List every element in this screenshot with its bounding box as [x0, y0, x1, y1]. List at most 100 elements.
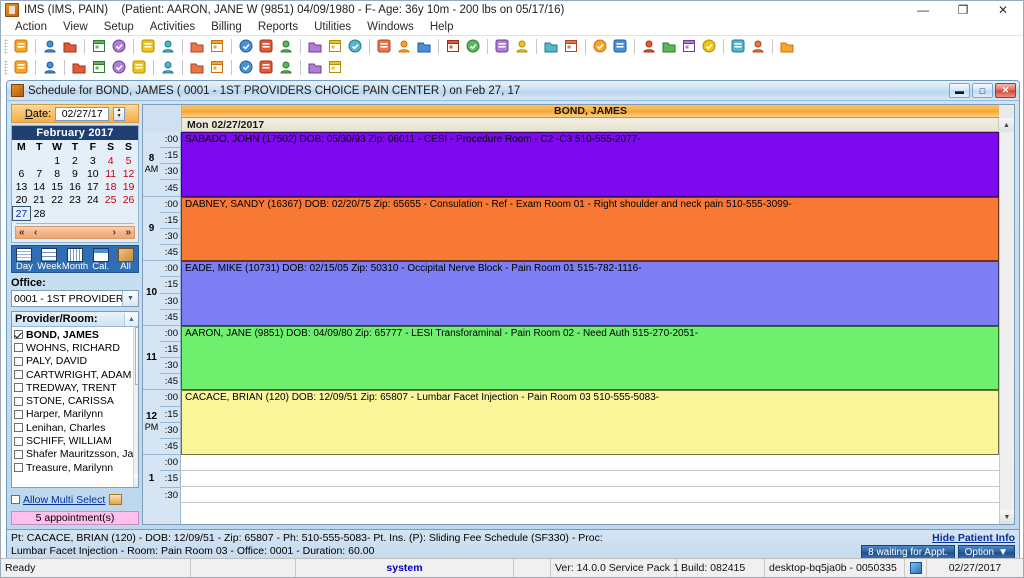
- provider-list-item[interactable]: STONE, CARISSA: [14, 394, 133, 407]
- calendar-day-9[interactable]: 9: [66, 167, 84, 180]
- appointment-block[interactable]: AARON, JANE (9851) DOB: 04/09/80 Zip: 65…: [181, 325, 999, 391]
- provider-checkbox[interactable]: [14, 449, 23, 459]
- menu-activities[interactable]: Activities: [142, 20, 203, 34]
- patient-check-icon[interactable]: [62, 38, 79, 55]
- menu-action[interactable]: Action: [7, 20, 55, 34]
- quarter-label[interactable]: :15: [160, 276, 180, 292]
- calendar-day-21[interactable]: 21: [30, 193, 48, 207]
- quarter-label[interactable]: :00: [160, 261, 180, 276]
- ledger-icon[interactable]: [347, 38, 364, 55]
- menu-setup[interactable]: Setup: [96, 20, 142, 34]
- refresh-cycle-icon[interactable]: [238, 59, 255, 76]
- quarter-label[interactable]: :30: [160, 292, 180, 309]
- quarter-label[interactable]: :15: [160, 147, 180, 163]
- calendar-day-17[interactable]: 17: [84, 180, 102, 193]
- provider-list-item[interactable]: CARTWRIGHT, ADAM: [14, 368, 133, 381]
- provider-checkbox[interactable]: [14, 463, 23, 473]
- appointment-block[interactable]: EADE, MIKE (10731) DOB: 02/15/05 Zip: 50…: [181, 261, 999, 326]
- provider-checkbox[interactable]: [14, 370, 23, 380]
- provider-checkbox[interactable]: [14, 423, 23, 433]
- view-mode-cal[interactable]: Cal.: [88, 247, 113, 272]
- calendar-day-14[interactable]: 14: [30, 180, 48, 193]
- grid-scrollbar-track[interactable]: [1000, 132, 1014, 510]
- view-mode-week[interactable]: Week: [37, 247, 62, 272]
- provider-list-item[interactable]: SCHIFF, WILLIAM: [14, 434, 133, 447]
- close-button[interactable]: ✕: [983, 1, 1023, 18]
- grid-provider-header[interactable]: BOND, JAMES: [182, 105, 999, 118]
- provider-list-item[interactable]: TREDWAY, TRENT: [14, 381, 133, 394]
- calendar-day-3[interactable]: 3: [84, 154, 102, 167]
- quarter-label[interactable]: :45: [160, 244, 180, 260]
- spinner-down-icon[interactable]: ▼: [114, 114, 124, 120]
- refresh-blue-icon[interactable]: [465, 38, 482, 55]
- quarter-label[interactable]: :00: [160, 197, 180, 212]
- quarter-label[interactable]: :30: [160, 421, 180, 438]
- calendar-prev-icon[interactable]: ‹: [34, 227, 37, 238]
- dollar-icon[interactable]: [238, 38, 255, 55]
- help-icon[interactable]: [730, 38, 747, 55]
- menu-help[interactable]: Help: [422, 20, 462, 34]
- clipboard-icon[interactable]: [209, 59, 226, 76]
- quarter-label[interactable]: :30: [160, 486, 180, 503]
- help-round-icon[interactable]: [307, 59, 324, 76]
- open-folder-icon[interactable]: [91, 38, 108, 55]
- provider-checkbox[interactable]: [14, 396, 23, 406]
- insurance-icon[interactable]: [278, 38, 295, 55]
- settings-gear-icon[interactable]: [278, 59, 295, 76]
- appointment-block[interactable]: CACACE, BRIAN (120) DOB: 12/09/51 Zip: 6…: [181, 390, 999, 455]
- first-record-icon[interactable]: [71, 59, 88, 76]
- contact-card-icon[interactable]: [592, 38, 609, 55]
- time-slot-row[interactable]: [181, 471, 999, 488]
- workflow-icon[interactable]: [396, 38, 413, 55]
- calendar-day-25[interactable]: 25: [102, 193, 120, 207]
- view-mode-month[interactable]: Month: [62, 247, 88, 272]
- quarter-label[interactable]: :00: [160, 390, 180, 405]
- provider-checkbox[interactable]: [14, 330, 23, 340]
- provider-checkbox[interactable]: [14, 356, 23, 366]
- option-button[interactable]: Option ▼: [957, 545, 1015, 558]
- scheduler-icon[interactable]: [376, 38, 393, 55]
- calendar-day-12[interactable]: 12: [120, 167, 138, 180]
- calendar-day-13[interactable]: 13: [13, 180, 31, 193]
- calendar-day-16[interactable]: 16: [66, 180, 84, 193]
- quarter-label[interactable]: :45: [160, 373, 180, 389]
- authorization-icon[interactable]: [416, 38, 433, 55]
- provider-list-item[interactable]: PALY, DAVID: [14, 355, 133, 368]
- quarter-label[interactable]: :00: [160, 326, 180, 341]
- hide-patient-info-link[interactable]: Hide Patient Info: [932, 532, 1015, 544]
- provider-list-item[interactable]: Shafer Mauritzsson, Ja: [14, 448, 133, 461]
- menu-view[interactable]: View: [55, 20, 96, 34]
- provider-list-item[interactable]: BOND, JAMES: [14, 328, 133, 341]
- calendar-last-icon[interactable]: »: [125, 227, 131, 238]
- payment-icon[interactable]: [258, 38, 275, 55]
- chevron-down-icon[interactable]: ▼: [122, 291, 138, 306]
- calendar-day-10[interactable]: 10: [84, 167, 102, 180]
- back-arrow-icon[interactable]: [445, 38, 462, 55]
- menu-reports[interactable]: Reports: [250, 20, 306, 34]
- exchange-icon[interactable]: [661, 38, 678, 55]
- calendar-day-1[interactable]: 1: [48, 154, 66, 167]
- calendar-day-11[interactable]: 11: [102, 167, 120, 180]
- appointment-block[interactable]: SABADO, JOHN (17502) DOB: 05/30/93 Zip: …: [181, 132, 999, 197]
- calendar-day-5[interactable]: 5: [120, 154, 138, 167]
- provider-scroll-down-icon[interactable]: ▼: [134, 474, 138, 487]
- view-mode-day[interactable]: Day: [12, 247, 37, 272]
- lab-flask-icon[interactable]: [160, 38, 177, 55]
- send-fax-icon[interactable]: [641, 38, 658, 55]
- next-record-icon[interactable]: [111, 59, 128, 76]
- provider-list-item[interactable]: Harper, Marilynn: [14, 408, 133, 421]
- chart-bar-icon[interactable]: [563, 38, 580, 55]
- calendar-day-23[interactable]: 23: [66, 193, 84, 207]
- toolbar-grip[interactable]: [4, 39, 8, 54]
- schedule-close-button[interactable]: ✕: [995, 83, 1016, 98]
- grid-scroll-up-icon[interactable]: ▲: [998, 118, 1014, 132]
- calendar-day-8[interactable]: 8: [48, 167, 66, 180]
- archive-icon[interactable]: [701, 38, 718, 55]
- quarter-label[interactable]: :30: [160, 357, 180, 373]
- view-mode-all[interactable]: All: [113, 247, 138, 272]
- schedule-maximize-button[interactable]: □: [972, 83, 993, 98]
- approve-icon[interactable]: [681, 38, 698, 55]
- calendar-day-22[interactable]: 22: [48, 193, 66, 207]
- provider-checkbox[interactable]: [14, 343, 23, 353]
- provider-checkbox[interactable]: [14, 383, 23, 393]
